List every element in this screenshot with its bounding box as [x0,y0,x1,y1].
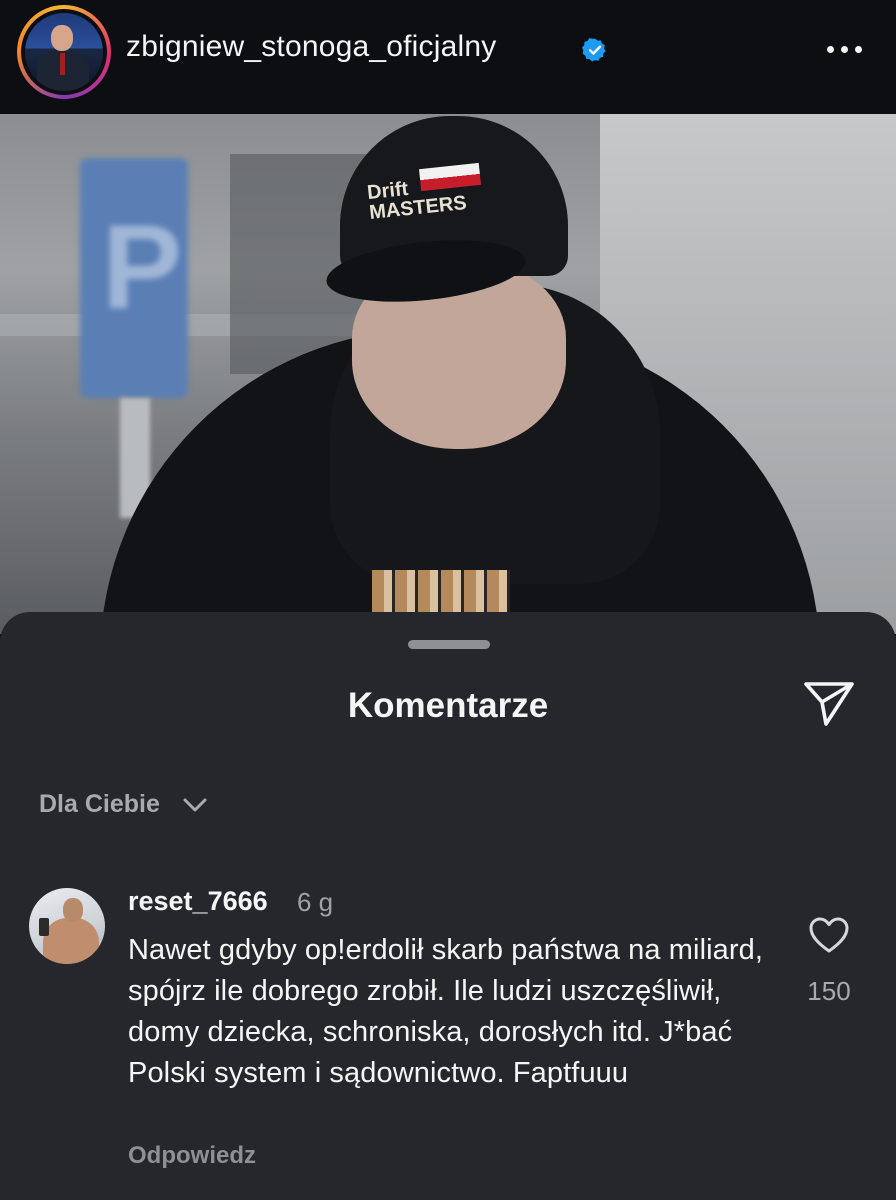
comment-time: 6 g [297,887,334,917]
paper-plane-icon[interactable] [800,678,858,730]
comment-filter-dropdown[interactable]: Dla Ciebie [39,790,208,819]
header-username[interactable]: zbigniew_stonoga_oficjalny [126,30,496,64]
commenter-avatar[interactable] [29,888,105,964]
hoodie-logo [372,570,510,614]
chevron-down-icon [183,798,207,811]
reply-button[interactable]: Odpowiedz [128,1142,256,1170]
sheet-title: Komentarze [347,686,549,725]
post-photo[interactable]: P Drift MASTERS [0,114,896,634]
sheet-drag-handle[interactable] [408,640,490,649]
like-count: 150 [807,976,851,1006]
parking-sign: P [80,158,188,398]
post-header: zbigniew_stonoga_oficjalny [0,0,896,114]
filter-label: Dla Ciebie [39,790,160,818]
app-screen: zbigniew_stonoga_oficjalny P Drift MASTER… [0,0,896,1200]
comments-sheet: Komentarze Dla Ciebie reset_7666 6 g Naw… [0,612,896,1200]
avatar-image [25,13,103,91]
profile-avatar[interactable] [17,5,111,99]
heart-icon[interactable] [808,916,850,954]
more-horizontal-icon[interactable] [827,46,862,53]
commenter-username[interactable]: reset_7666 [128,886,268,917]
verified-badge-icon [582,38,606,62]
comment-text: Nawet gdyby op!erdolił skarb państwa na … [128,934,764,1089]
